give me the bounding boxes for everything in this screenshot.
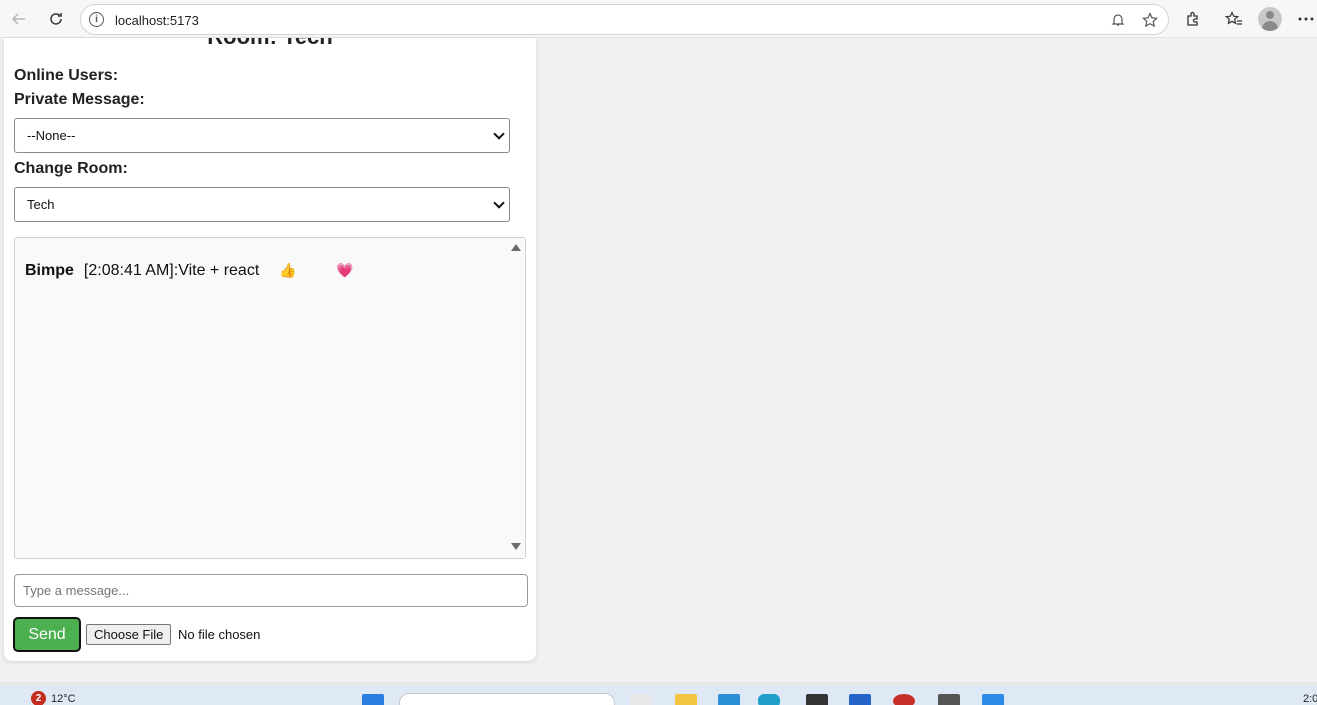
thumbs-up-reaction-icon[interactable]: 👍 [279,262,296,279]
taskbar: 2 12°C 2:0 [0,686,1317,705]
task-view-icon[interactable] [630,694,652,705]
change-room-select[interactable]: Tech [14,187,510,222]
message-list-scrollbar[interactable] [509,238,525,558]
scroll-down-icon[interactable] [511,543,521,550]
heart-reaction-icon[interactable]: 💗 [336,262,353,279]
list-item: Bimpe [2:08:41 AM]:Vite + react [25,262,259,280]
favorite-star-icon[interactable] [1140,10,1160,30]
taskbar-clock: 2:0 [1303,693,1317,705]
url-text: localhost:5173 [115,13,199,28]
chevron-down-icon [493,197,505,209]
send-button[interactable]: Send [13,617,81,652]
windows-start-icon[interactable] [362,694,384,705]
scroll-up-icon[interactable] [511,244,521,251]
weather-badge[interactable]: 2 [31,691,46,705]
chevron-down-icon [493,128,505,140]
reload-icon[interactable] [43,7,69,31]
message-sender: Bimpe [25,262,74,279]
change-room-label: Change Room: [14,160,128,177]
choose-file-button[interactable]: Choose File [86,624,172,645]
taskbar-search-box[interactable] [399,693,615,705]
online-users-label: Online Users: [14,67,119,84]
more-options-icon[interactable] [1293,7,1317,31]
app-window-icon[interactable] [938,694,960,705]
private-message-selected: --None-- [27,128,76,143]
message-text: [2:08:41 AM]:Vite + react [83,262,260,279]
back-icon[interactable] [6,7,32,31]
room-selected: Tech [27,197,55,212]
message-input[interactable] [14,574,528,607]
browser-toolbar: i localhost:5173 [0,0,1317,38]
notification-bell-icon[interactable] [1108,10,1128,30]
terminal-app-icon[interactable] [806,694,828,705]
chrome-app-icon[interactable] [893,694,915,705]
site-info-icon[interactable]: i [89,12,104,27]
profile-avatar-icon[interactable] [1258,7,1282,31]
calendar-app-icon[interactable] [718,694,740,705]
extensions-icon[interactable] [1180,7,1206,31]
room-heading: Room: Tech [4,38,536,50]
favorites-icon[interactable] [1221,7,1247,31]
store-app-icon[interactable] [849,694,871,705]
file-explorer-icon[interactable] [675,694,697,705]
vscode-icon[interactable] [982,694,1004,705]
chat-card: Room: Tech Online Users: Private Message… [4,38,536,661]
private-message-select[interactable]: --None-- [14,118,510,153]
page-viewport: Room: Tech Online Users: Private Message… [0,38,1317,682]
address-bar[interactable]: i localhost:5173 [80,4,1169,35]
weather-temperature[interactable]: 12°C [51,693,76,705]
file-status-text: No file chosen [178,627,261,642]
edge-browser-icon[interactable] [758,694,780,705]
message-list[interactable]: Bimpe [2:08:41 AM]:Vite + react 👍 💗 [14,237,526,559]
private-message-label: Private Message: [14,91,145,108]
